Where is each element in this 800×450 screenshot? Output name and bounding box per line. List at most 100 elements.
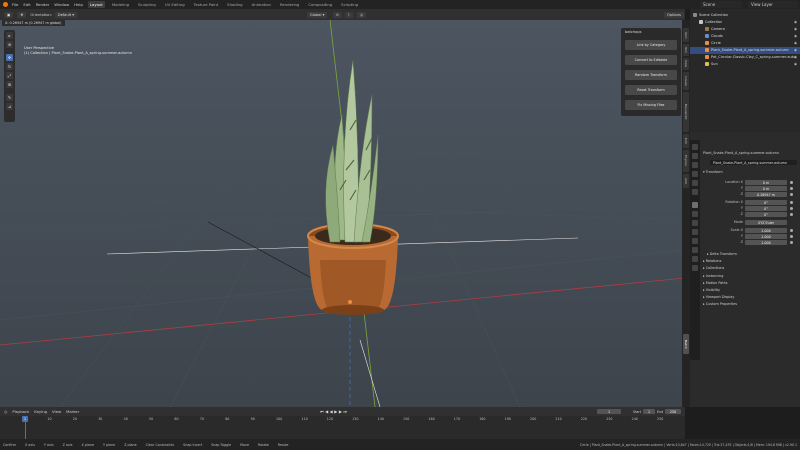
3d-viewport[interactable]: User Perspective (1) Collection | Plant_… (0, 20, 685, 407)
scene-props-icon[interactable] (692, 180, 698, 186)
material-props-icon[interactable] (692, 256, 698, 262)
tab-physics[interactable]: Physics (683, 150, 689, 172)
measure-tool-icon[interactable]: ⊿ (6, 103, 13, 110)
snap-icon[interactable]: ⌇ (345, 11, 353, 18)
object-props-icon[interactable] (692, 202, 698, 208)
tab-create[interactable]: Create (683, 72, 689, 90)
render-props-icon[interactable] (692, 153, 698, 159)
visibility-eye-icon[interactable]: ◉ (794, 41, 797, 45)
texture-props-icon[interactable] (692, 265, 698, 271)
transform-section-header[interactable]: ▾ Transform (703, 170, 723, 174)
pivot-icon[interactable]: ⊙ (333, 11, 343, 18)
menu-file[interactable]: File (12, 2, 18, 7)
location-y-field[interactable]: 0 m (745, 186, 787, 191)
timeline-menu-keying[interactable]: Keying (34, 409, 47, 414)
tab-shading[interactable]: Shading (225, 1, 244, 8)
properties-section-header[interactable]: ▸ Viewport Display (703, 295, 734, 299)
options-dropdown[interactable]: Options (664, 11, 684, 18)
visibility-eye-icon[interactable]: ◉ (794, 48, 797, 52)
outliner-row[interactable]: Scene Collection (690, 12, 800, 19)
rotation-x-field[interactable]: 0° (745, 200, 787, 205)
tab-scripting[interactable]: Scripting (339, 1, 360, 8)
particles-props-icon[interactable] (692, 220, 698, 226)
scale-z-field[interactable]: 1.000 (745, 240, 787, 245)
scale-x-keyframe-icon[interactable] (790, 229, 793, 232)
rotation-y-field[interactable]: 0° (745, 206, 787, 211)
timeline-menu-view[interactable]: View (52, 409, 61, 414)
outliner-row[interactable]: Circle ◉ (690, 40, 800, 47)
output-props-icon[interactable] (692, 162, 698, 168)
select-box-tool-icon[interactable]: ▸ (6, 32, 13, 39)
rotation-y-keyframe-icon[interactable] (790, 207, 793, 210)
timeline-menu-marker[interactable]: Marker (66, 409, 79, 414)
tab-texture-paint[interactable]: Texture Paint (192, 1, 221, 8)
editor-type-button[interactable]: ▣ (4, 11, 14, 18)
tab-blenderkit[interactable]: BlenderKit (683, 92, 689, 132)
outliner-row[interactable]: Plant_Snake-Plant_A_spring-summer-autumn… (690, 47, 800, 54)
timeline-area[interactable]: 0102030405060708090100110120130140150160… (0, 416, 685, 439)
menu-render[interactable]: Render (36, 2, 50, 7)
tab-rendering[interactable]: Rendering (278, 1, 301, 8)
visibility-eye-icon[interactable]: ◉ (794, 20, 797, 24)
modifier-props-icon[interactable] (692, 211, 698, 217)
tool-props-icon[interactable] (692, 144, 698, 150)
menu-edit[interactable]: Edit (23, 2, 30, 7)
menu-window[interactable]: Window (54, 2, 69, 7)
tab-item[interactable]: Item (683, 28, 689, 42)
link-by-category-button[interactable]: Link by Category (625, 40, 677, 50)
rotation-x-keyframe-icon[interactable] (790, 201, 793, 204)
outliner-row[interactable]: Clouds ◉ (690, 33, 800, 40)
rotate-tool-icon[interactable]: ↻ (6, 63, 13, 70)
random-transform-button[interactable]: Random Transform (625, 70, 677, 80)
rotation-z-field[interactable]: 0° (745, 212, 787, 217)
tab-tool[interactable]: Tool (683, 44, 689, 56)
scale-z-keyframe-icon[interactable] (790, 241, 793, 244)
outliner-row[interactable]: Collection ◉ (690, 19, 800, 26)
properties-section-header[interactable]: ▸ Custom Properties (703, 302, 737, 306)
properties-section-header[interactable]: ▸ Collections (703, 266, 724, 270)
transform-tool-icon[interactable]: ⊞ (6, 81, 13, 88)
location-z-field[interactable]: 0.26947 m (745, 192, 787, 197)
visibility-eye-icon[interactable]: ◉ (794, 62, 797, 66)
start-frame-field[interactable]: 1 (643, 409, 655, 414)
tab-modeling[interactable]: Modeling (110, 1, 131, 8)
orientation-dropdown[interactable]: Default ▾ (54, 11, 78, 18)
world-props-icon[interactable] (692, 189, 698, 195)
annotate-tool-icon[interactable]: ✎ (6, 94, 13, 101)
location-z-keyframe-icon[interactable] (790, 193, 793, 196)
physics-props-icon[interactable] (692, 229, 698, 235)
tab-uv-editing[interactable]: UV Editing (163, 1, 187, 8)
visibility-eye-icon[interactable]: ◉ (794, 34, 797, 38)
end-frame-field[interactable]: 250 (665, 409, 681, 414)
timeline-editor-icon[interactable]: ◷ (4, 409, 7, 414)
tab-view[interactable]: View (683, 58, 689, 70)
tab-add[interactable]: Add (683, 174, 689, 188)
scale-x-field[interactable]: 1.000 (745, 228, 787, 233)
tab-animation[interactable]: Animation (250, 1, 273, 8)
tab-layout[interactable]: Layout (87, 1, 105, 8)
view-layer-selector[interactable]: View Layer (748, 1, 798, 8)
playback-controls[interactable]: ⏮◀◀▶▶⏭ (320, 409, 349, 414)
reset-transform-button[interactable]: Reset Transform (625, 85, 677, 95)
move-tool-icon[interactable]: ✥ (6, 54, 13, 61)
current-frame-field[interactable]: 1 (597, 409, 621, 414)
proportional-edit-icon[interactable]: ◎ (357, 11, 367, 18)
properties-section-header[interactable]: ▸ Instancing (703, 274, 723, 278)
cursor-tool-icon[interactable]: ⊕ (6, 41, 13, 48)
scale-y-field[interactable]: 1.000 (745, 234, 787, 239)
tab-compositing[interactable]: Compositing (306, 1, 334, 8)
properties-section-header[interactable]: ▸ Delta Transform (707, 252, 737, 256)
location-x-keyframe-icon[interactable] (790, 181, 793, 184)
menu-help[interactable]: Help (74, 2, 83, 7)
tab-batch[interactable]: Batch (683, 334, 689, 354)
blender-logo-icon[interactable] (3, 2, 8, 7)
scale-tool-icon[interactable]: ⤢ (6, 72, 13, 79)
properties-section-header[interactable]: ▸ Visibility (703, 288, 720, 292)
tab-edit[interactable]: Edit (683, 134, 689, 148)
snake-plant-model[interactable] (325, 59, 379, 243)
outliner-row[interactable]: Pot_Circular-Classic-Clay_C_spring-summe… (690, 54, 800, 61)
outliner-row[interactable]: Sun ◉ (690, 61, 800, 68)
rotation-mode-dropdown[interactable]: XYZ Euler (745, 220, 787, 225)
timeline-menu-playback[interactable]: Playback (12, 409, 29, 414)
rotation-z-keyframe-icon[interactable] (790, 213, 793, 216)
